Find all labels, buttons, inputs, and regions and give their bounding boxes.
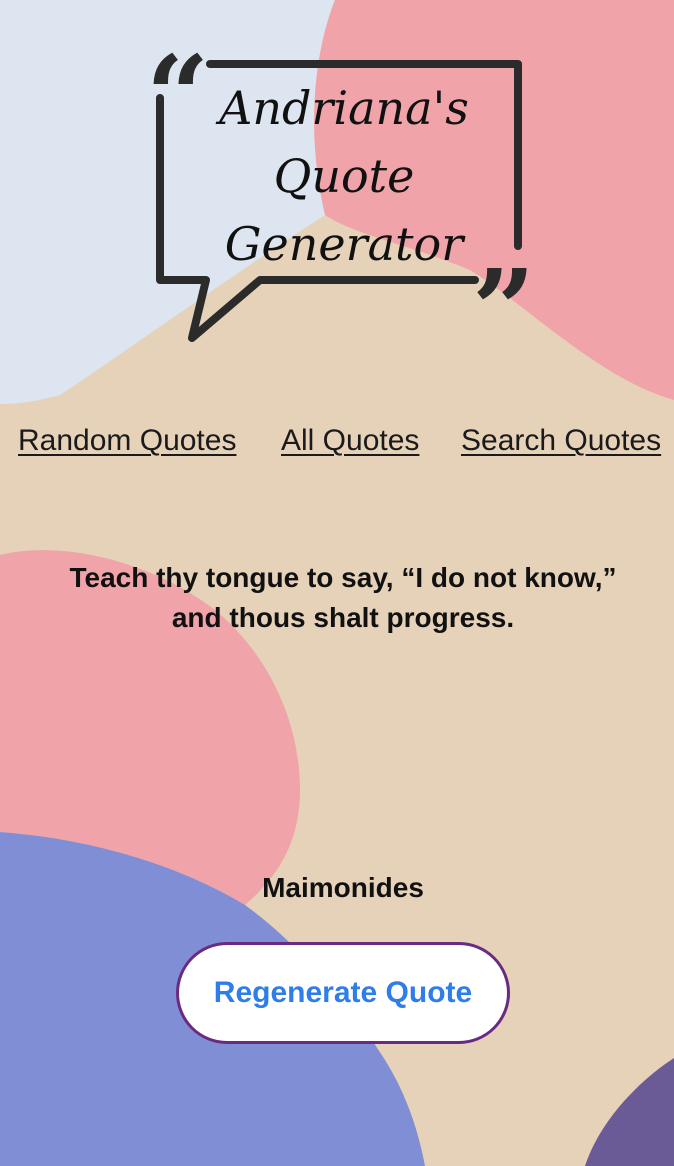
regenerate-quote-button[interactable]: Regenerate Quote bbox=[176, 942, 510, 1044]
quote-author: Maimonides bbox=[262, 872, 424, 903]
open-quote-mark-icon: “ bbox=[146, 38, 209, 160]
page-content: “ ” Andriana's Quote Generator Random Qu… bbox=[0, 0, 674, 1166]
nav-random-quotes-link[interactable]: Random Quotes bbox=[18, 424, 236, 458]
nav-all-quotes-link[interactable]: All Quotes bbox=[281, 424, 419, 458]
logo: “ ” Andriana's Quote Generator bbox=[140, 38, 550, 358]
logo-line-1: Andriana's bbox=[215, 81, 469, 135]
logo-line-3: Generator bbox=[225, 217, 466, 271]
close-quote-mark-icon: ” bbox=[472, 245, 535, 358]
logo-line-2: Quote bbox=[274, 149, 415, 203]
nav-search-quotes-link[interactable]: Search Quotes bbox=[461, 424, 661, 458]
main-nav: Random Quotes All Quotes Search Quotes bbox=[0, 424, 674, 464]
quote-text: Teach thy tongue to say, “I do not know,… bbox=[69, 562, 617, 633]
